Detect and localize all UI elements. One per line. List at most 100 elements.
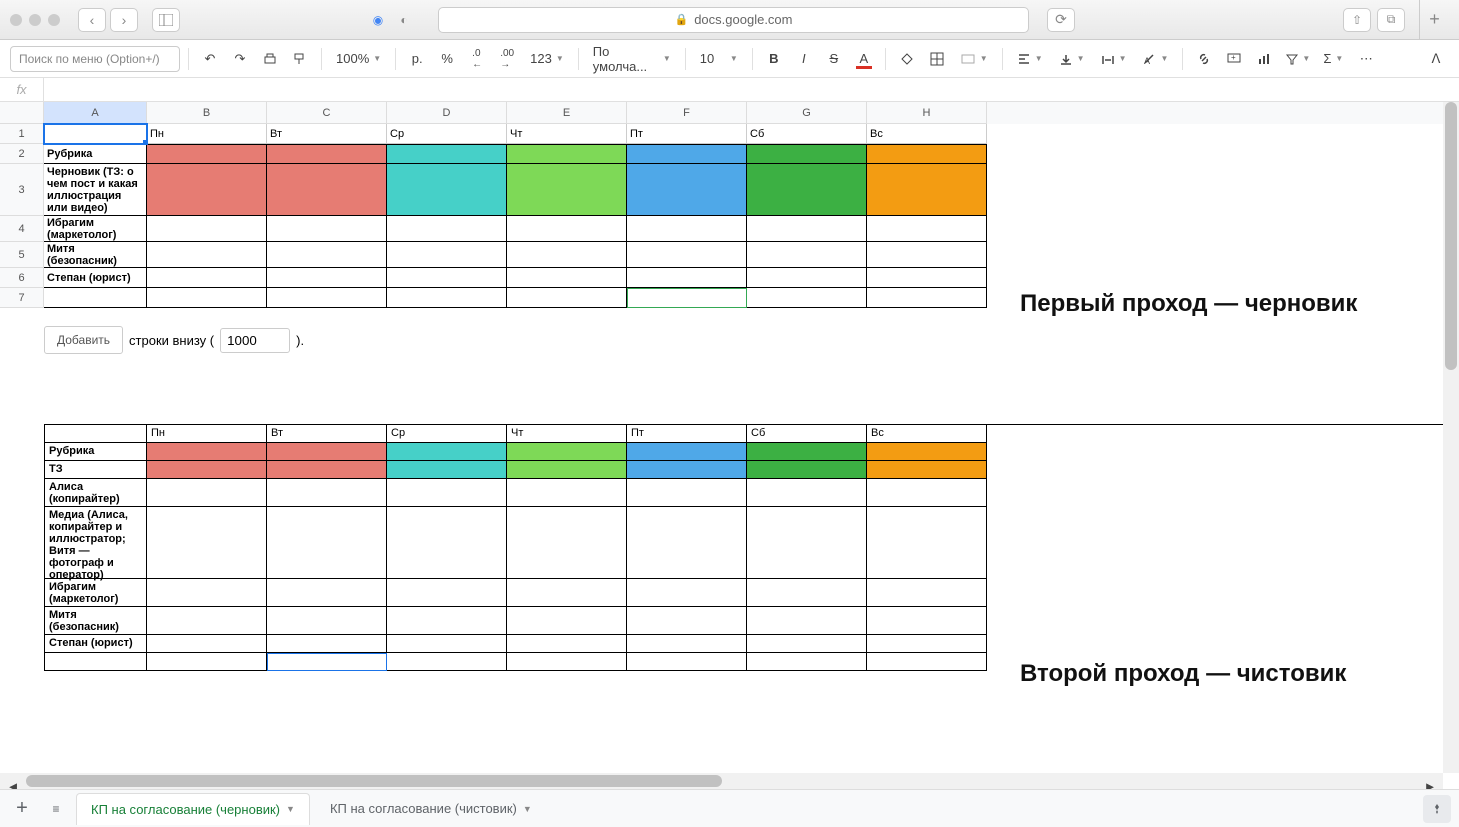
all-sheets-button[interactable]: ≡: [42, 795, 70, 823]
cell[interactable]: Пт: [627, 124, 747, 144]
functions-button[interactable]: Σ▼: [1317, 46, 1349, 72]
cell[interactable]: [627, 288, 747, 308]
rotate-button[interactable]: A▼: [1136, 46, 1174, 72]
add-rows-button[interactable]: Добавить: [44, 326, 123, 354]
cell[interactable]: [627, 507, 747, 579]
cell[interactable]: [387, 607, 507, 635]
cell[interactable]: [507, 216, 627, 242]
cell[interactable]: [267, 216, 387, 242]
cell[interactable]: Алиса (копирайтер): [44, 479, 147, 507]
cell[interactable]: [44, 425, 147, 443]
cell[interactable]: [267, 242, 387, 268]
chart-button[interactable]: [1251, 46, 1277, 72]
cell[interactable]: [627, 607, 747, 635]
cell[interactable]: [387, 216, 507, 242]
cell[interactable]: [387, 579, 507, 607]
cell[interactable]: Чт: [507, 124, 627, 144]
cell[interactable]: [867, 443, 987, 461]
cell[interactable]: Пн: [147, 124, 267, 144]
cell[interactable]: Рубрика: [44, 144, 147, 164]
col-header-A[interactable]: A: [44, 102, 147, 124]
cell[interactable]: [627, 579, 747, 607]
increase-decimal-button[interactable]: .00→: [494, 46, 520, 72]
cell[interactable]: [267, 579, 387, 607]
cell[interactable]: [147, 443, 267, 461]
cell[interactable]: [147, 635, 267, 653]
formula-input[interactable]: [44, 78, 1459, 101]
cell[interactable]: [147, 507, 267, 579]
reload-button[interactable]: ⟳: [1047, 8, 1075, 32]
cell[interactable]: [147, 461, 267, 479]
cell[interactable]: [627, 461, 747, 479]
cell[interactable]: [747, 144, 867, 164]
cell[interactable]: [627, 242, 747, 268]
cell[interactable]: [507, 607, 627, 635]
minimize-window[interactable]: [29, 14, 41, 26]
undo-button[interactable]: ↶: [197, 46, 223, 72]
print-button[interactable]: [257, 46, 283, 72]
cell[interactable]: [147, 242, 267, 268]
vertical-scrollbar[interactable]: [1443, 102, 1459, 773]
row-header[interactable]: 7: [0, 288, 44, 308]
cell[interactable]: [507, 242, 627, 268]
cell[interactable]: [44, 288, 147, 308]
cell[interactable]: [267, 164, 387, 216]
row-header[interactable]: 6: [0, 268, 44, 288]
cell[interactable]: Ибрагим (маркетолог): [44, 579, 147, 607]
cell[interactable]: [267, 653, 387, 671]
cell[interactable]: [627, 164, 747, 216]
cell[interactable]: [867, 144, 987, 164]
cell[interactable]: Вт: [267, 124, 387, 144]
cell[interactable]: [507, 268, 627, 288]
cell[interactable]: [387, 288, 507, 308]
cell[interactable]: [147, 164, 267, 216]
cell[interactable]: [867, 507, 987, 579]
cell[interactable]: Сб: [747, 425, 867, 443]
wrap-button[interactable]: ▼: [1095, 46, 1133, 72]
cell[interactable]: [747, 268, 867, 288]
comment-button[interactable]: +: [1221, 46, 1247, 72]
merge-cells-button[interactable]: ▼: [954, 46, 994, 72]
cell[interactable]: [147, 288, 267, 308]
cell[interactable]: [147, 607, 267, 635]
cell[interactable]: [267, 443, 387, 461]
cell[interactable]: [627, 268, 747, 288]
row-header[interactable]: 1: [0, 124, 44, 144]
link-button[interactable]: [1191, 46, 1217, 72]
cell[interactable]: [747, 288, 867, 308]
italic-button[interactable]: I: [791, 46, 817, 72]
extension-2-icon[interactable]: ◐: [394, 10, 414, 30]
cell[interactable]: [867, 268, 987, 288]
cell[interactable]: [867, 607, 987, 635]
cell[interactable]: [147, 479, 267, 507]
zoom-dropdown[interactable]: 100%▼: [330, 46, 387, 72]
cell[interactable]: [507, 144, 627, 164]
cell[interactable]: Митя (безопасник): [44, 607, 147, 635]
cell[interactable]: [507, 507, 627, 579]
cell[interactable]: [627, 653, 747, 671]
number-format-dropdown[interactable]: 123▼: [524, 46, 570, 72]
cell[interactable]: [867, 164, 987, 216]
cell[interactable]: [267, 144, 387, 164]
cell[interactable]: Сб: [747, 124, 867, 144]
cell[interactable]: [867, 653, 987, 671]
cell[interactable]: Вс: [867, 124, 987, 144]
menu-search[interactable]: Поиск по меню (Option+/): [10, 46, 180, 72]
cell[interactable]: [387, 144, 507, 164]
cell[interactable]: Медиа (Алиса, копирайтер и иллюстратор; …: [44, 507, 147, 579]
cell[interactable]: ТЗ: [44, 461, 147, 479]
percent-button[interactable]: %: [434, 46, 460, 72]
close-window[interactable]: [10, 14, 22, 26]
cell[interactable]: [507, 635, 627, 653]
cell[interactable]: [867, 242, 987, 268]
cell[interactable]: [507, 461, 627, 479]
sheet-tab-active[interactable]: КП на согласование (черновик)▼: [76, 793, 310, 825]
cell[interactable]: Чт: [507, 425, 627, 443]
horizontal-scrollbar[interactable]: ◄►: [0, 773, 1443, 789]
filter-button[interactable]: ▼: [1281, 46, 1313, 72]
cell[interactable]: [867, 579, 987, 607]
back-button[interactable]: ‹: [78, 8, 106, 32]
cell[interactable]: Степан (юрист): [44, 635, 147, 653]
more-button[interactable]: ⋯: [1353, 46, 1379, 72]
cell[interactable]: [147, 216, 267, 242]
